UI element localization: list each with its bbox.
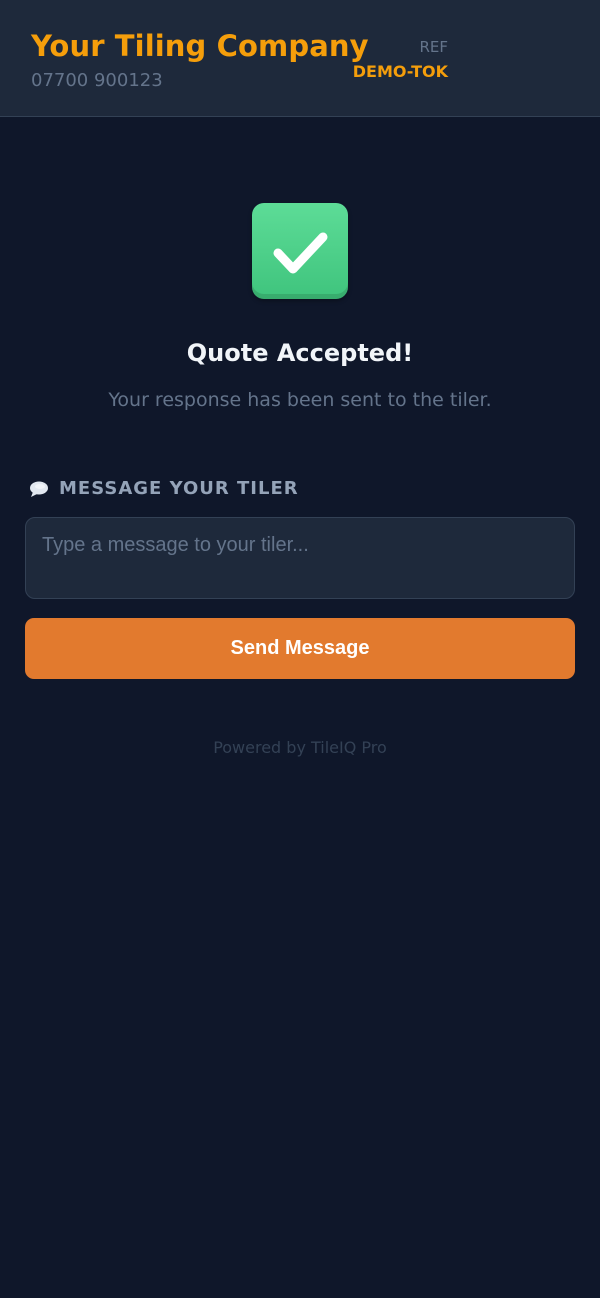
company-name: Your Tiling Company: [31, 29, 369, 63]
status-subtitle: Your response has been sent to the tiler…: [108, 389, 492, 411]
send-message-button[interactable]: Send Message: [25, 618, 575, 679]
status-title: Quote Accepted!: [186, 339, 414, 367]
message-input[interactable]: [25, 517, 575, 599]
company-phone: 07700 900123: [31, 70, 163, 91]
footer-powered-by: Powered by TileIQ Pro: [213, 738, 387, 757]
speech-bubble-icon: [29, 479, 49, 499]
message-heading: MESSAGE YOUR TILER: [29, 478, 299, 499]
message-label: MESSAGE YOUR TILER: [59, 478, 299, 499]
header: Your Tiling Company 07700 900123 REF DEM…: [0, 0, 600, 117]
reference-label: REF: [419, 38, 448, 56]
check-icon: [252, 203, 348, 299]
reference-value: DEMO-TOK: [352, 62, 448, 81]
